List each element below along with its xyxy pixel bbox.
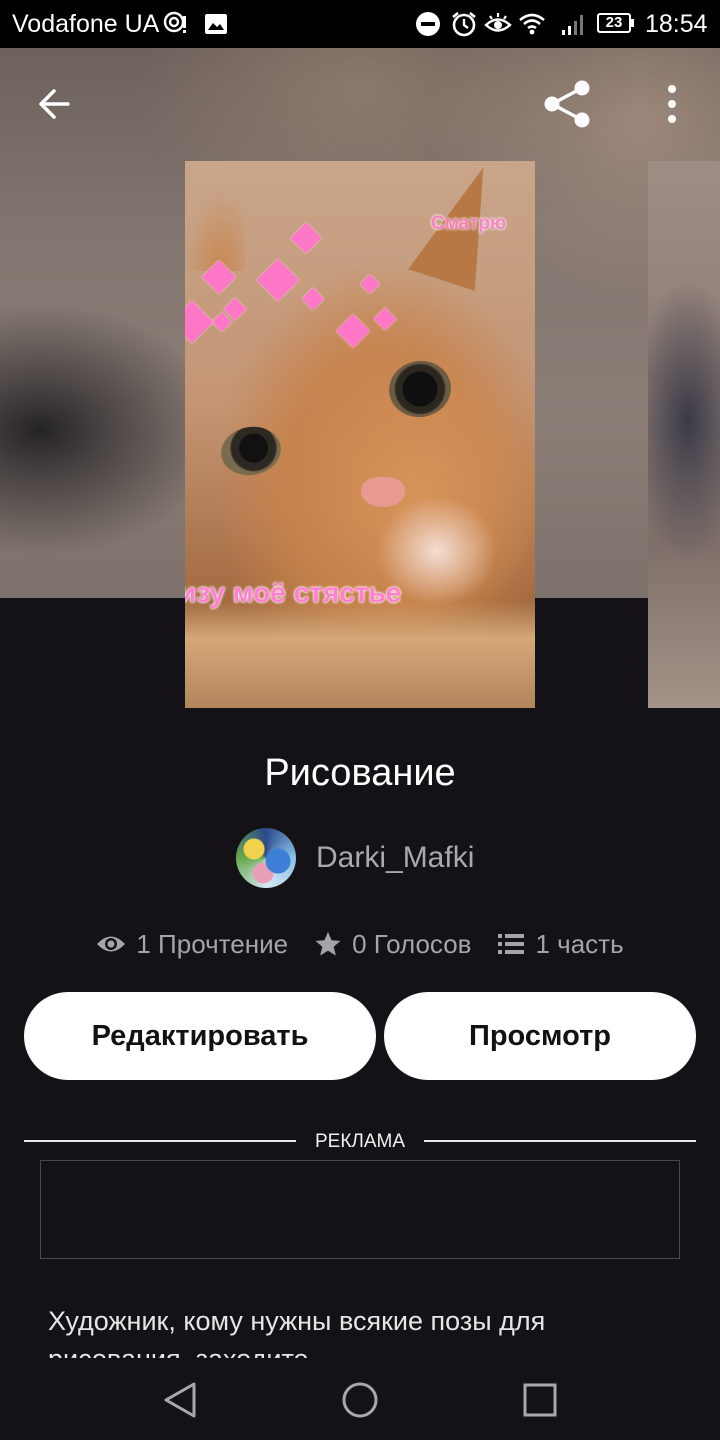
alarm-icon — [452, 11, 476, 37]
story-description: Художник, кому нужны всякие позы для рис… — [48, 1306, 546, 1358]
carrier-name: Vodafone UA — [12, 10, 160, 38]
star-icon — [315, 932, 341, 956]
nav-back-button[interactable] — [156, 1376, 204, 1424]
heart-decoration — [301, 287, 325, 311]
circle-home-icon — [342, 1382, 378, 1418]
author-name[interactable]: Darki_Mafki — [316, 838, 474, 878]
reads-count: 1 Прочтение — [136, 928, 289, 959]
nav-recent-button[interactable] — [516, 1376, 564, 1424]
list-icon — [498, 934, 525, 954]
wifi-icon — [519, 13, 545, 35]
cat-eye-right — [384, 356, 456, 422]
ad-divider-left — [24, 1140, 296, 1142]
avatar[interactable] — [236, 828, 296, 888]
cat-paws — [185, 601, 535, 708]
edit-button[interactable]: Редактировать — [24, 992, 376, 1080]
ad-banner[interactable] — [40, 1160, 680, 1259]
story-details-screen: Vodafone UA 23 18:54 Сматрю изу моё стяс… — [0, 0, 720, 1440]
cover-caption-top: Сматрю — [431, 213, 507, 234]
ad-divider-right — [424, 1140, 696, 1142]
more-options-button[interactable] — [650, 80, 694, 128]
story-stats: 1 Прочтение 0 Голосов 1 часть — [0, 922, 720, 966]
author-link[interactable]: Darki_Mafki — [236, 828, 474, 888]
share-button[interactable] — [540, 76, 596, 132]
system-nav-bar — [0, 1358, 720, 1440]
heart-decoration — [256, 258, 300, 302]
heart-decoration — [185, 300, 214, 344]
nav-home-button[interactable] — [336, 1376, 384, 1424]
share-icon — [544, 80, 590, 128]
story-cover-image[interactable]: Сматрю изу моё стястье — [185, 161, 535, 708]
ad-label: РЕКЛАМА — [314, 1131, 406, 1152]
status-bar: Vodafone UA 23 18:54 — [0, 0, 720, 48]
more-vert-icon — [668, 85, 676, 123]
battery-tip — [631, 19, 634, 27]
do-not-disturb-icon — [416, 12, 440, 36]
heart-decoration — [336, 314, 370, 348]
heart-decoration — [290, 222, 322, 254]
triangle-back-icon — [164, 1382, 196, 1418]
hotspot-icon — [163, 11, 186, 33]
cat-eye-left — [217, 422, 285, 480]
story-title: Рисование — [264, 752, 456, 794]
cat-nose — [361, 477, 405, 507]
votes-stat: 0 Голосов — [314, 929, 471, 960]
parts-stat: 1 часть — [497, 928, 624, 960]
square-recent-icon — [523, 1383, 557, 1417]
arrow-left-icon — [39, 89, 70, 119]
reads-stat: 1 Прочтение — [96, 929, 288, 960]
eye-icon — [97, 936, 126, 952]
image-icon — [205, 14, 227, 34]
signal-icon — [562, 15, 583, 35]
battery-indicator: 23 — [597, 13, 631, 33]
heart-decoration — [373, 307, 397, 331]
votes-count: 0 Голосов — [352, 928, 472, 959]
view-button[interactable]: Просмотр — [384, 992, 696, 1080]
heart-decoration — [360, 274, 380, 294]
back-button[interactable] — [28, 80, 84, 128]
eye-comfort-icon — [484, 13, 512, 32]
next-cover-preview[interactable] — [648, 161, 720, 708]
parts-count: 1 часть — [535, 928, 624, 959]
cat-ear-left — [185, 191, 245, 271]
cover-caption-bottom: изу моё стястье — [185, 577, 402, 608]
clock: 18:54 — [645, 10, 708, 38]
